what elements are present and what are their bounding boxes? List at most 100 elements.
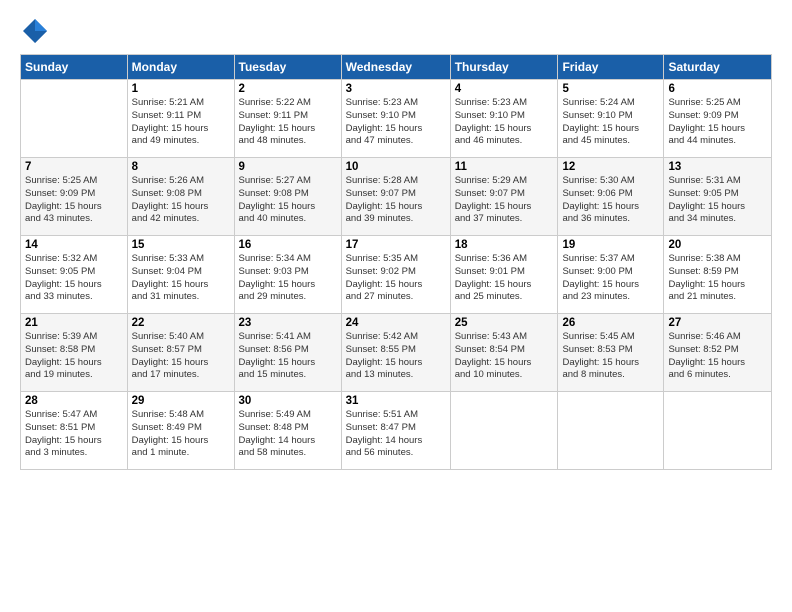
calendar-cell: 15 Sunrise: 5:33 AM Sunset: 9:04 PM Dayli… xyxy=(127,236,234,314)
day-info: Sunrise: 5:24 AM Sunset: 9:10 PM Dayligh… xyxy=(562,97,659,148)
calendar-cell: 26Sunrise: 5:45 AM Sunset: 8:53 PM Dayli… xyxy=(558,314,664,392)
day-info: Sunrise: 5:33 AM Sunset: 9:04 PM Dayligh… xyxy=(132,253,230,304)
day-info: Sunrise: 5:37 AM Sunset: 9:00 PM Dayligh… xyxy=(562,253,659,304)
day-number: 14 xyxy=(25,239,123,251)
calendar-cell: 14 Sunrise: 5:32 AM Sunset: 9:05 PM Dayli… xyxy=(21,236,128,314)
day-number: 20 xyxy=(668,239,767,251)
day-number: 30 xyxy=(239,395,337,407)
weekday-header-saturday: Saturday xyxy=(664,55,772,80)
day-number: 1 xyxy=(132,83,230,95)
logo xyxy=(20,16,54,46)
day-number: 12 xyxy=(562,161,659,173)
calendar-cell xyxy=(558,392,664,470)
day-number: 17 xyxy=(346,239,446,251)
day-info: Sunrise: 5:30 AM Sunset: 9:06 PM Dayligh… xyxy=(562,175,659,226)
calendar-cell: 4Sunrise: 5:23 AM Sunset: 9:10 PM Daylig… xyxy=(450,80,558,158)
day-info: Sunrise: 5:39 AM Sunset: 8:58 PM Dayligh… xyxy=(25,331,123,382)
calendar-cell: 8 Sunrise: 5:26 AM Sunset: 9:08 PM Daylig… xyxy=(127,158,234,236)
day-number: 21 xyxy=(25,317,123,329)
calendar-cell: 31 Sunrise: 5:51 AM Sunset: 8:47 PM Dayli… xyxy=(341,392,450,470)
day-number: 10 xyxy=(346,161,446,173)
day-number: 22 xyxy=(132,317,230,329)
day-number: 8 xyxy=(132,161,230,173)
header xyxy=(20,16,772,46)
week-row-3: 14 Sunrise: 5:32 AM Sunset: 9:05 PM Dayli… xyxy=(21,236,772,314)
day-number: 15 xyxy=(132,239,230,251)
week-row-2: 7Sunrise: 5:25 AM Sunset: 9:09 PM Daylig… xyxy=(21,158,772,236)
day-number: 27 xyxy=(668,317,767,329)
day-info: Sunrise: 5:40 AM Sunset: 8:57 PM Dayligh… xyxy=(132,331,230,382)
day-number: 16 xyxy=(239,239,337,251)
calendar-cell: 5 Sunrise: 5:24 AM Sunset: 9:10 PM Daylig… xyxy=(558,80,664,158)
calendar-cell: 3 Sunrise: 5:23 AM Sunset: 9:10 PM Daylig… xyxy=(341,80,450,158)
day-info: Sunrise: 5:41 AM Sunset: 8:56 PM Dayligh… xyxy=(239,331,337,382)
page: SundayMondayTuesdayWednesdayThursdayFrid… xyxy=(0,0,792,612)
calendar-cell: 19Sunrise: 5:37 AM Sunset: 9:00 PM Dayli… xyxy=(558,236,664,314)
calendar-cell: 23 Sunrise: 5:41 AM Sunset: 8:56 PM Dayli… xyxy=(234,314,341,392)
weekday-header-sunday: Sunday xyxy=(21,55,128,80)
day-info: Sunrise: 5:45 AM Sunset: 8:53 PM Dayligh… xyxy=(562,331,659,382)
day-number: 9 xyxy=(239,161,337,173)
day-info: Sunrise: 5:25 AM Sunset: 9:09 PM Dayligh… xyxy=(668,97,767,148)
day-info: Sunrise: 5:31 AM Sunset: 9:05 PM Dayligh… xyxy=(668,175,767,226)
weekday-header-thursday: Thursday xyxy=(450,55,558,80)
day-number: 25 xyxy=(455,317,554,329)
weekday-header-tuesday: Tuesday xyxy=(234,55,341,80)
calendar-cell: 20 Sunrise: 5:38 AM Sunset: 8:59 PM Dayli… xyxy=(664,236,772,314)
day-info: Sunrise: 5:43 AM Sunset: 8:54 PM Dayligh… xyxy=(455,331,554,382)
week-row-4: 21 Sunrise: 5:39 AM Sunset: 8:58 PM Dayli… xyxy=(21,314,772,392)
day-number: 13 xyxy=(668,161,767,173)
week-row-5: 28Sunrise: 5:47 AM Sunset: 8:51 PM Dayli… xyxy=(21,392,772,470)
day-number: 29 xyxy=(132,395,230,407)
calendar-cell: 9 Sunrise: 5:27 AM Sunset: 9:08 PM Daylig… xyxy=(234,158,341,236)
day-number: 5 xyxy=(562,83,659,95)
calendar-cell: 12 Sunrise: 5:30 AM Sunset: 9:06 PM Dayli… xyxy=(558,158,664,236)
weekday-header-row: SundayMondayTuesdayWednesdayThursdayFrid… xyxy=(21,55,772,80)
weekday-header-wednesday: Wednesday xyxy=(341,55,450,80)
day-info: Sunrise: 5:29 AM Sunset: 9:07 PM Dayligh… xyxy=(455,175,554,226)
day-info: Sunrise: 5:42 AM Sunset: 8:55 PM Dayligh… xyxy=(346,331,446,382)
day-number: 31 xyxy=(346,395,446,407)
calendar-cell: 11 Sunrise: 5:29 AM Sunset: 9:07 PM Dayli… xyxy=(450,158,558,236)
day-info: Sunrise: 5:26 AM Sunset: 9:08 PM Dayligh… xyxy=(132,175,230,226)
weekday-header-monday: Monday xyxy=(127,55,234,80)
day-number: 24 xyxy=(346,317,446,329)
calendar-cell: 29 Sunrise: 5:48 AM Sunset: 8:49 PM Dayli… xyxy=(127,392,234,470)
calendar-cell: 25 Sunrise: 5:43 AM Sunset: 8:54 PM Dayli… xyxy=(450,314,558,392)
calendar-cell: 2 Sunrise: 5:22 AM Sunset: 9:11 PM Daylig… xyxy=(234,80,341,158)
day-number: 7 xyxy=(25,161,123,173)
calendar-cell: 10Sunrise: 5:28 AM Sunset: 9:07 PM Dayli… xyxy=(341,158,450,236)
day-number: 23 xyxy=(239,317,337,329)
calendar-cell: 1Sunrise: 5:21 AM Sunset: 9:11 PM Daylig… xyxy=(127,80,234,158)
day-info: Sunrise: 5:23 AM Sunset: 9:10 PM Dayligh… xyxy=(346,97,446,148)
day-number: 2 xyxy=(239,83,337,95)
logo-icon xyxy=(20,16,50,46)
day-number: 11 xyxy=(455,161,554,173)
calendar-cell xyxy=(21,80,128,158)
day-info: Sunrise: 5:47 AM Sunset: 8:51 PM Dayligh… xyxy=(25,409,123,460)
calendar-cell: 21 Sunrise: 5:39 AM Sunset: 8:58 PM Dayli… xyxy=(21,314,128,392)
day-info: Sunrise: 5:49 AM Sunset: 8:48 PM Dayligh… xyxy=(239,409,337,460)
calendar-table: SundayMondayTuesdayWednesdayThursdayFrid… xyxy=(20,54,772,470)
week-row-1: 1Sunrise: 5:21 AM Sunset: 9:11 PM Daylig… xyxy=(21,80,772,158)
day-info: Sunrise: 5:32 AM Sunset: 9:05 PM Dayligh… xyxy=(25,253,123,304)
day-info: Sunrise: 5:36 AM Sunset: 9:01 PM Dayligh… xyxy=(455,253,554,304)
calendar-cell: 13 Sunrise: 5:31 AM Sunset: 9:05 PM Dayli… xyxy=(664,158,772,236)
calendar-cell: 27Sunrise: 5:46 AM Sunset: 8:52 PM Dayli… xyxy=(664,314,772,392)
day-number: 18 xyxy=(455,239,554,251)
day-info: Sunrise: 5:23 AM Sunset: 9:10 PM Dayligh… xyxy=(455,97,554,148)
weekday-header-friday: Friday xyxy=(558,55,664,80)
day-number: 6 xyxy=(668,83,767,95)
day-info: Sunrise: 5:34 AM Sunset: 9:03 PM Dayligh… xyxy=(239,253,337,304)
day-info: Sunrise: 5:48 AM Sunset: 8:49 PM Dayligh… xyxy=(132,409,230,460)
day-info: Sunrise: 5:27 AM Sunset: 9:08 PM Dayligh… xyxy=(239,175,337,226)
calendar-cell: 30 Sunrise: 5:49 AM Sunset: 8:48 PM Dayli… xyxy=(234,392,341,470)
day-number: 3 xyxy=(346,83,446,95)
calendar-cell xyxy=(664,392,772,470)
calendar-cell: 24 Sunrise: 5:42 AM Sunset: 8:55 PM Dayli… xyxy=(341,314,450,392)
day-info: Sunrise: 5:51 AM Sunset: 8:47 PM Dayligh… xyxy=(346,409,446,460)
calendar-cell: 6 Sunrise: 5:25 AM Sunset: 9:09 PM Daylig… xyxy=(664,80,772,158)
day-info: Sunrise: 5:22 AM Sunset: 9:11 PM Dayligh… xyxy=(239,97,337,148)
day-info: Sunrise: 5:38 AM Sunset: 8:59 PM Dayligh… xyxy=(668,253,767,304)
calendar-cell: 16 Sunrise: 5:34 AM Sunset: 9:03 PM Dayli… xyxy=(234,236,341,314)
